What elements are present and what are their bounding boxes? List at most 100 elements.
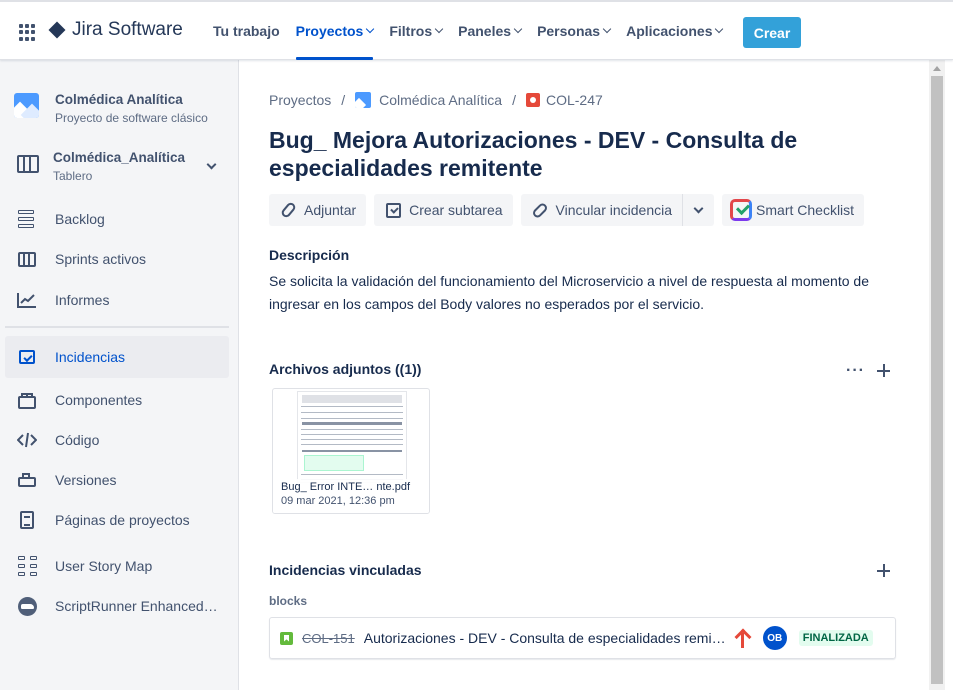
link-type-label: blocks (269, 594, 308, 608)
board-selector[interactable]: Colmédica_Analítica Tablero (17, 150, 227, 183)
nav-filters[interactable]: Filtros (381, 2, 450, 60)
create-subtask-label: Crear subtarea (409, 202, 503, 218)
board-name: Colmédica_Analítica (53, 150, 186, 165)
sidebar-item-sprints[interactable]: Sprints activos (5, 238, 229, 280)
sidebar-item-backlog[interactable]: Backlog (5, 198, 229, 240)
status-badge: FINALIZADA (798, 630, 873, 646)
top-navigation: Jira Software Tu trabajo Proyectos Filtr… (0, 0, 953, 60)
sidebar-item-label: Backlog (55, 211, 105, 227)
linked-issue-summary[interactable]: Autorizaciones - DEV - Consulta de espec… (364, 630, 729, 646)
add-attachment-icon[interactable] (876, 363, 892, 379)
link-icon (530, 201, 549, 219)
smart-checklist-icon (730, 199, 753, 221)
code-icon (17, 430, 37, 450)
sidebar-item-reports[interactable]: Informes (5, 279, 229, 321)
link-issue-label: Vincular incidencia (555, 202, 673, 218)
breadcrumb-issue-key[interactable]: COL-247 (546, 92, 603, 108)
scriptrunner-icon (17, 596, 37, 616)
sidebar-item-label: ScriptRunner Enhanced Search (55, 598, 220, 614)
link-issue-button[interactable]: Vincular incidencia (520, 194, 683, 226)
sidebar-item-story-map[interactable]: User Story Map (5, 545, 229, 587)
chevron-down-icon[interactable] (206, 159, 217, 170)
linked-issue-key[interactable]: COL-151 (302, 631, 355, 646)
create-button[interactable]: Crear (743, 17, 801, 48)
smart-checklist-label: Smart Checklist (756, 202, 855, 218)
sidebar-item-label: Páginas de proyectos (55, 512, 190, 528)
project-type: Proyecto de software clásico (55, 111, 208, 125)
board-type: Tablero (53, 169, 93, 183)
nav-label: Tu trabajo (213, 23, 280, 39)
scrollbar[interactable] (929, 60, 945, 690)
sidebar-item-label: Sprints activos (55, 251, 147, 267)
sidebar-item-label: User Story Map (55, 558, 153, 574)
nav-label: Proyectos (295, 23, 364, 39)
attachment-meta: Bug_ Error INTE… nte.pdf 09 mar 2021, 12… (273, 479, 429, 513)
nav-projects[interactable]: Proyectos (288, 2, 382, 60)
attach-button[interactable]: Adjuntar (269, 194, 367, 226)
sidebar-item-code[interactable]: Código (5, 419, 229, 461)
sidebar-item-components[interactable]: Componentes (5, 379, 229, 421)
breadcrumb-separator: / (512, 92, 516, 108)
nav-label: Aplicaciones (626, 23, 713, 39)
jira-diamond-icon (48, 21, 66, 39)
project-avatar (14, 93, 39, 118)
sidebar-item-project-pages[interactable]: Páginas de proyectos (5, 499, 229, 541)
nav-apps[interactable]: Aplicaciones (618, 2, 730, 60)
main-nav: Tu trabajo Proyectos Filtros Paneles Per… (205, 2, 730, 60)
sidebar-divider (5, 326, 229, 328)
attachment-date: 09 mar 2021, 12:36 pm (281, 495, 395, 507)
attach-label: Adjuntar (304, 202, 357, 218)
issue-title[interactable]: Bug_ Mejora Autorizaciones - DEV - Consu… (269, 126, 869, 182)
project-sidebar: Colmédica Analítica Proyecto de software… (0, 60, 239, 690)
pdf-thumbnail (297, 391, 407, 483)
chevron-down-icon (366, 24, 375, 34)
components-icon (18, 392, 36, 409)
sprints-icon (18, 251, 36, 267)
more-options-icon[interactable]: ··· (846, 362, 865, 380)
versions-icon (17, 470, 37, 490)
logo-text: Jira Software (72, 19, 183, 40)
add-linked-issue-icon[interactable] (876, 563, 892, 579)
breadcrumb: Proyectos / Colmédica Analítica / COL-24… (269, 92, 603, 108)
board-icon (17, 155, 39, 173)
chevron-down-icon (434, 24, 444, 34)
link-issue-dropdown[interactable] (682, 194, 715, 226)
project-header[interactable]: Colmédica Analítica Proyecto de software… (14, 92, 208, 125)
bug-icon (525, 93, 540, 107)
project-avatar-icon (355, 92, 372, 108)
story-map-icon (17, 556, 37, 576)
description-heading: Descripción (269, 247, 350, 263)
description-text[interactable]: Se solicita la validación del funcionami… (269, 270, 889, 316)
smart-checklist-button[interactable]: Smart Checklist (722, 194, 865, 226)
breadcrumb-project[interactable]: Colmédica Analítica (379, 92, 502, 108)
app-switcher-icon[interactable] (19, 24, 36, 41)
sidebar-item-issues[interactable]: Incidencias (5, 336, 229, 378)
nav-dashboards[interactable]: Paneles (450, 2, 529, 60)
sidebar-item-versions[interactable]: Versiones (5, 459, 229, 501)
create-subtask-button[interactable]: Crear subtarea (374, 194, 513, 226)
attachment-card[interactable]: Bug_ Error INTE… nte.pdf 09 mar 2021, 12… (272, 388, 430, 514)
nav-your-work[interactable]: Tu trabajo (205, 2, 288, 60)
project-name: Colmédica Analítica (55, 92, 183, 107)
sidebar-item-scriptrunner[interactable]: ScriptRunner Enhanced Search (5, 585, 229, 627)
nav-people[interactable]: Personas (529, 2, 618, 60)
scrollbar-thumb[interactable] (931, 76, 943, 684)
subtask-icon (385, 202, 401, 218)
attachments-heading: Archivos adjuntos ((1)) (269, 361, 422, 377)
jira-logo[interactable]: Jira Software (48, 19, 183, 41)
nav-label: Paneles (458, 23, 512, 39)
sidebar-item-label: Incidencias (55, 349, 126, 365)
scroll-up-arrow-icon[interactable] (933, 66, 941, 71)
issue-actions: Adjuntar Crear subtarea Vincular inciden… (269, 194, 872, 226)
linked-issue-row[interactable]: COL-151 Autorizaciones - DEV - Consulta … (269, 617, 896, 659)
paperclip-icon (279, 200, 297, 220)
chevron-down-icon (715, 24, 724, 34)
chevron-down-icon (513, 24, 523, 34)
breadcrumb-projects[interactable]: Proyectos (269, 92, 331, 108)
link-issue-group: Vincular incidencia (520, 194, 715, 226)
sidebar-item-label: Informes (55, 292, 110, 308)
avatar[interactable]: OB (762, 626, 787, 650)
priority-highest-icon (735, 628, 749, 648)
sidebar-item-label: Versiones (55, 472, 117, 488)
backlog-icon (17, 209, 37, 229)
